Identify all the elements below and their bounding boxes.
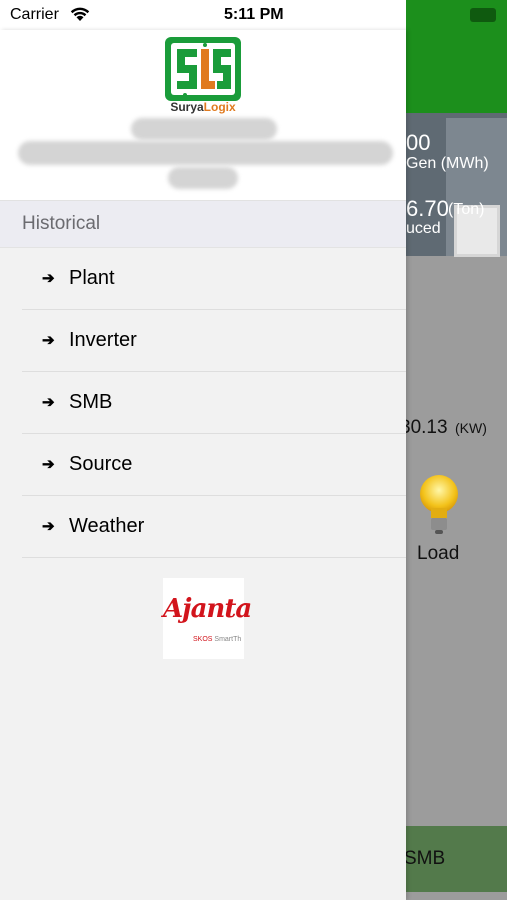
menu-item-label: Source (69, 453, 133, 475)
suryalogix-logo-icon (165, 37, 241, 101)
logo-wordmark-prefix: Surya (170, 100, 204, 114)
co2-value: 6.70 (406, 196, 449, 221)
arrow-right-icon: ➔ (42, 518, 55, 535)
logo-wordmark-suffix: Logix (203, 100, 236, 114)
status-bar: Carrier 5:11 PM (0, 0, 406, 30)
user-name-redacted (131, 118, 277, 140)
section-header-historical: Historical (0, 201, 406, 248)
arrow-right-icon: ➔ (42, 332, 55, 349)
arrow-right-icon: ➔ (42, 394, 55, 411)
co2-unit: (Ton) (448, 201, 485, 218)
carrier-label: Carrier (10, 6, 59, 23)
drawer-header: SuryaLogix (0, 30, 406, 201)
wifi-icon (70, 7, 90, 21)
logo-wordmark: SuryaLogix (151, 100, 255, 114)
ajanta-logo-tagline: SKOS SmartTh (193, 636, 241, 643)
menu-item-label: Weather (69, 515, 145, 537)
ajanta-logo: Ajanta SKOS SmartTh (163, 578, 252, 659)
menu-item-label: SMB (69, 391, 113, 413)
section-title: Historical (22, 213, 101, 234)
ajanta-tag-red: SKOS (193, 636, 213, 643)
menu-item-plant[interactable]: ➔ Plant (22, 248, 406, 310)
menu-item-smb[interactable]: ➔ SMB (22, 372, 406, 434)
ajanta-tag-grey: SmartTh (214, 636, 242, 643)
lightbulb-icon (420, 475, 458, 534)
menu-item-source[interactable]: ➔ Source (22, 434, 406, 496)
load-power-value: 30.13 (400, 417, 448, 438)
co2-label: uced (406, 220, 441, 237)
tab-smb[interactable]: SMB (404, 848, 445, 870)
menu-item-inverter[interactable]: ➔ Inverter (22, 310, 406, 372)
side-drawer: SuryaLogix Historical ➔ Plant ➔ Inverter… (0, 30, 406, 900)
ajanta-logo-name: Ajanta (163, 594, 252, 624)
generation-label: Gen (MWh) (406, 155, 489, 172)
battery-icon (470, 8, 496, 22)
user-email-redacted (18, 141, 393, 165)
menu-item-label: Inverter (69, 329, 137, 351)
generation-value: 00 (406, 130, 431, 155)
user-role-redacted (168, 167, 238, 189)
load-label: Load (417, 543, 460, 564)
arrow-right-icon: ➔ (42, 270, 55, 287)
menu-item-label: Plant (69, 267, 115, 289)
load-power-unit: (KW) (455, 420, 487, 436)
historical-menu: ➔ Plant ➔ Inverter ➔ SMB ➔ Source ➔ Weat… (22, 248, 406, 558)
arrow-right-icon: ➔ (42, 456, 55, 473)
menu-item-weather[interactable]: ➔ Weather (22, 496, 406, 558)
clock-time: 5:11 PM (224, 6, 284, 23)
